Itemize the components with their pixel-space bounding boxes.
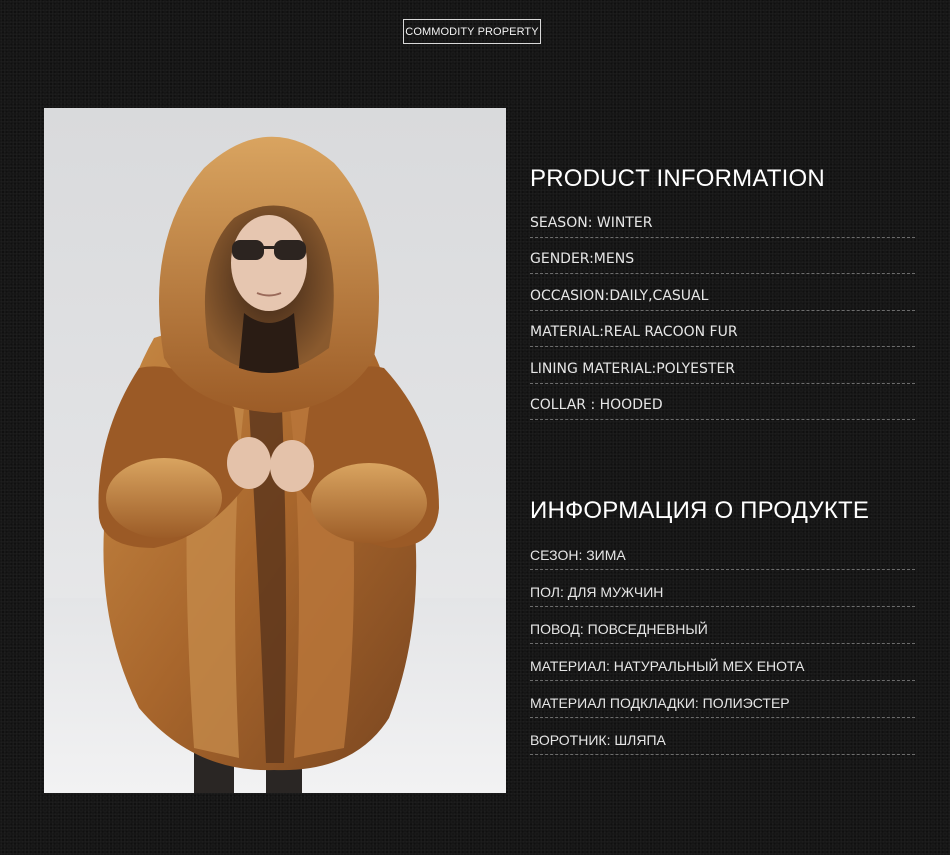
product-photo xyxy=(44,108,506,793)
info-row-lining: МАТЕРИАЛ ПОДКЛАДКИ: ПОЛИЭСТЕР xyxy=(530,681,915,718)
info-row-material: MATERIAL:REAL RACOON FUR xyxy=(530,311,915,347)
info-row-occasion: OCCASION:DAILY,CASUAL xyxy=(530,274,915,311)
product-information-ru: ИНФОРМАЦИЯ О ПРОДУКТЕ СЕЗОН: ЗИМА ПОЛ: Д… xyxy=(530,495,915,755)
info-row-lining: LINING MATERIAL:POLYESTER xyxy=(530,347,915,384)
section-title: PRODUCT INFORMATION xyxy=(530,165,825,192)
info-row-season: SEASON: WINTER xyxy=(530,201,915,238)
info-row-material: МАТЕРИАЛ: НАТУРАЛЬНЫЙ МЕХ ЕНОТА xyxy=(530,644,915,681)
info-row-gender: GENDER:MENS xyxy=(530,238,915,274)
info-row-collar: COLLAR : HOODED xyxy=(530,384,915,420)
info-row-season: СЕЗОН: ЗИМА xyxy=(530,533,915,570)
info-row-collar: ВОРОТНИК: ШЛЯПА xyxy=(530,718,915,755)
info-row-occasion: ПОВОД: ПОВСЕДНЕВНЫЙ xyxy=(530,607,915,644)
info-row-gender: ПОЛ: ДЛЯ МУЖЧИН xyxy=(530,570,915,607)
fur-coat-illustration xyxy=(44,136,506,793)
section-title: ИНФОРМАЦИЯ О ПРОДУКТЕ xyxy=(530,497,870,524)
commodity-property-badge: COMMODITY PROPERTY xyxy=(403,19,541,44)
product-information-en: PRODUCT INFORMATION SEASON: WINTER GENDE… xyxy=(530,163,915,420)
